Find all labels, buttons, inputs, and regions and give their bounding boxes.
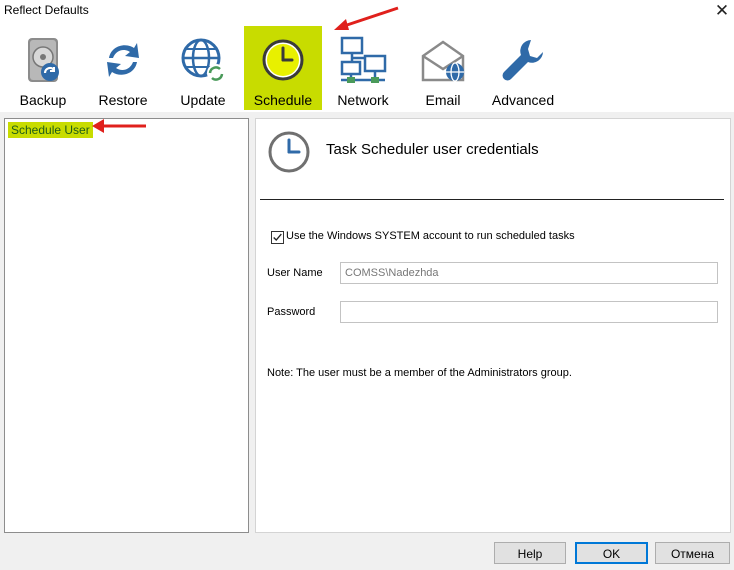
restore-icon xyxy=(99,36,147,84)
password-label: Password xyxy=(267,306,316,318)
toolbar-item-schedule[interactable]: Schedule xyxy=(244,26,322,110)
panel-title: Task Scheduler user credentials xyxy=(326,141,539,158)
settings-panel: Task Scheduler user credentials Use the … xyxy=(255,118,731,533)
toolbar-item-advanced[interactable]: Advanced xyxy=(486,26,560,110)
system-account-checkbox[interactable] xyxy=(271,231,284,244)
toolbar-item-label: Schedule xyxy=(253,92,313,108)
note-text: Note: The user must be a member of the A… xyxy=(267,367,572,379)
password-field[interactable] xyxy=(340,301,718,323)
backup-icon xyxy=(19,36,67,84)
toolbar-item-update[interactable]: Update xyxy=(166,26,240,110)
close-icon[interactable]: ✕ xyxy=(712,1,732,21)
toolbar: Backup Restore Update Schedule Network E… xyxy=(0,24,734,112)
toolbar-item-network[interactable]: Network xyxy=(326,26,400,110)
toolbar-item-label: Network xyxy=(337,92,389,108)
toolbar-item-label: Advanced xyxy=(491,92,555,108)
clock-icon xyxy=(267,130,311,174)
title-bar: Reflect Defaults ✕ xyxy=(0,0,734,24)
tree-item-schedule-user[interactable]: Schedule User xyxy=(8,122,93,138)
ok-button[interactable]: OK xyxy=(575,542,648,564)
toolbar-item-label: Email xyxy=(425,92,461,108)
user-name-field[interactable] xyxy=(340,262,718,284)
user-name-label: User Name xyxy=(267,267,323,279)
update-icon xyxy=(179,36,227,84)
cancel-button[interactable]: Отмена xyxy=(655,542,730,564)
checkmark-icon xyxy=(273,233,282,242)
schedule-icon xyxy=(259,36,307,84)
window-title: Reflect Defaults xyxy=(4,3,89,17)
toolbar-item-label: Update xyxy=(180,92,226,108)
system-account-label: Use the Windows SYSTEM account to run sc… xyxy=(286,230,575,242)
help-button[interactable]: Help xyxy=(494,542,566,564)
toolbar-item-backup[interactable]: Backup xyxy=(6,26,80,110)
toolbar-item-email[interactable]: Email xyxy=(406,26,480,110)
toolbar-item-label: Restore xyxy=(98,92,148,108)
advanced-icon xyxy=(499,36,547,84)
network-icon xyxy=(339,36,387,84)
divider xyxy=(260,199,724,200)
toolbar-item-label: Backup xyxy=(19,92,67,108)
toolbar-item-restore[interactable]: Restore xyxy=(86,26,160,110)
category-tree: Schedule User xyxy=(4,118,249,533)
email-icon xyxy=(419,36,467,84)
